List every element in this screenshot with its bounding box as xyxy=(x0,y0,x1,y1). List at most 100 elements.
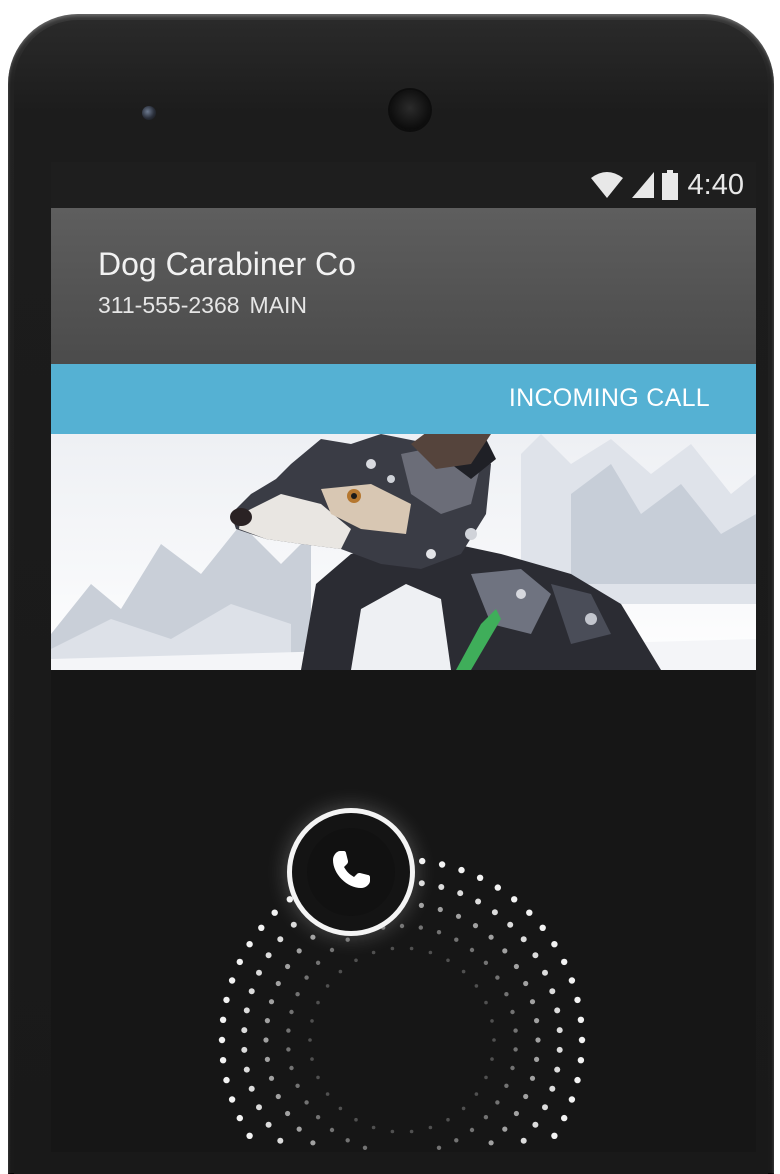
glowpad-dot xyxy=(539,924,546,931)
glowpad-dot xyxy=(248,1085,255,1092)
glowpad-dot xyxy=(258,924,265,931)
glowpad-dot xyxy=(218,1036,226,1044)
glowpad-dot xyxy=(529,1075,536,1081)
glowpad-dot xyxy=(556,1046,563,1053)
glowpad-dot xyxy=(219,1016,227,1023)
glowpad-dot xyxy=(483,960,489,965)
glowpad-dot xyxy=(513,1047,518,1052)
glowpad-dot xyxy=(310,1140,316,1146)
glowpad-dot xyxy=(577,1016,585,1023)
glowpad-dot xyxy=(325,1092,330,1096)
phone-handset-icon xyxy=(327,846,375,898)
glowpad-dot xyxy=(437,906,443,913)
glowpad-dot xyxy=(277,936,284,943)
glowpad-dot xyxy=(428,950,433,955)
glowpad-dot xyxy=(474,1092,479,1096)
glowpad-dot xyxy=(436,1145,442,1150)
glowpad-dot xyxy=(310,934,316,940)
glowpad-dot xyxy=(523,1093,529,1100)
glowpad-dot xyxy=(362,1145,368,1150)
glowpad-dot xyxy=(295,1083,300,1088)
glowpad-dot xyxy=(345,1138,350,1143)
glowpad-dot xyxy=(561,1114,568,1122)
glowpad-dot xyxy=(461,1106,466,1111)
glowpad-dot xyxy=(236,1114,243,1122)
glowpad-dot xyxy=(345,937,350,942)
glowpad-dot xyxy=(263,1037,269,1043)
glowpad-dot xyxy=(507,921,514,928)
glowpad-dot xyxy=(308,1038,312,1042)
glowpad-dot xyxy=(549,1085,556,1092)
glowpad-dot xyxy=(236,958,243,966)
glowpad-dot xyxy=(510,1009,515,1015)
glowpad-dots xyxy=(218,856,586,1150)
glowpad-dot xyxy=(469,1127,475,1133)
status-time: 4:40 xyxy=(687,168,744,201)
glowpad-dot xyxy=(268,999,275,1005)
glowpad-dot xyxy=(490,1019,494,1023)
glowpad-dot xyxy=(436,930,442,935)
glowpad-dot xyxy=(454,1138,459,1143)
glowpad-dot xyxy=(316,1075,320,1080)
glowpad-dot xyxy=(535,1037,541,1043)
glowpad-dot xyxy=(246,1132,253,1139)
glowpad-dot xyxy=(419,857,426,865)
call-controls-area xyxy=(51,670,756,1152)
contact-photo xyxy=(51,434,756,670)
glowpad-dot xyxy=(418,880,425,887)
glowpad-dot xyxy=(418,925,423,930)
glowpad-dot xyxy=(577,1057,585,1064)
glowpad-dot xyxy=(338,1106,343,1111)
glowpad-dot xyxy=(409,1129,414,1134)
caller-number-line: 311-555-2368 MAIN xyxy=(98,292,307,319)
glowpad-dot xyxy=(315,1115,321,1120)
glowpad-dot xyxy=(551,941,558,948)
glowpad-dot xyxy=(285,1110,291,1117)
glowpad-dot xyxy=(551,1132,558,1139)
glowpad-dot xyxy=(329,947,335,953)
glowpad-dot xyxy=(488,1140,494,1146)
glowpad-dot xyxy=(556,1027,563,1034)
glowpad-dot xyxy=(256,969,262,976)
glowpad-dot xyxy=(399,923,405,929)
glowpad-dot xyxy=(568,977,576,984)
glowpad-dot xyxy=(455,913,462,919)
glowpad-dot xyxy=(248,988,255,995)
answer-call-button[interactable] xyxy=(287,808,415,936)
glowpad-dot xyxy=(526,909,533,916)
glowpad-dot xyxy=(534,1056,540,1062)
glowpad-dot xyxy=(520,936,527,943)
glowpad-dot xyxy=(568,1096,576,1103)
glowpad-dot xyxy=(472,923,479,929)
glowpad-dot xyxy=(492,1038,496,1042)
glowpad-dot xyxy=(534,1018,540,1024)
phone-screen: 4:40 Dog Carabiner Co 311-555-2368 MAIN I… xyxy=(51,162,756,1152)
glowpad-dot xyxy=(438,884,445,890)
glowpad-dot xyxy=(428,1125,433,1130)
glowpad-dot xyxy=(491,909,498,916)
glowpad-dot xyxy=(457,890,464,897)
battery-icon xyxy=(661,170,678,200)
number-type-label: MAIN xyxy=(249,292,308,318)
answer-button-inner xyxy=(307,828,395,916)
glowpad-dot xyxy=(483,1115,489,1120)
glowpad-dot xyxy=(554,1066,561,1073)
glowpad-dot xyxy=(354,1117,358,1122)
glowpad-dot xyxy=(256,1104,262,1111)
glowpad-dot xyxy=(513,1110,519,1117)
glowpad-dot xyxy=(371,950,376,955)
glowpad-dot xyxy=(265,1121,272,1128)
glowpad-dot xyxy=(223,1076,230,1084)
glowpad-dot xyxy=(520,1137,527,1144)
phone-device: 4:40 Dog Carabiner Co 311-555-2368 MAIN I… xyxy=(8,14,774,1174)
glowpad-dot xyxy=(228,977,236,984)
glowpad-dot xyxy=(578,1036,586,1044)
glowpad-dot xyxy=(488,934,494,940)
glowpad-dot xyxy=(241,1027,248,1034)
glowpad-dot xyxy=(338,969,343,974)
glowpad-dot xyxy=(495,1100,500,1105)
glowpad-dot xyxy=(469,947,475,953)
glowpad-dot xyxy=(246,941,253,948)
glowpad-dot xyxy=(532,952,539,959)
glowpad-dot xyxy=(513,963,519,970)
